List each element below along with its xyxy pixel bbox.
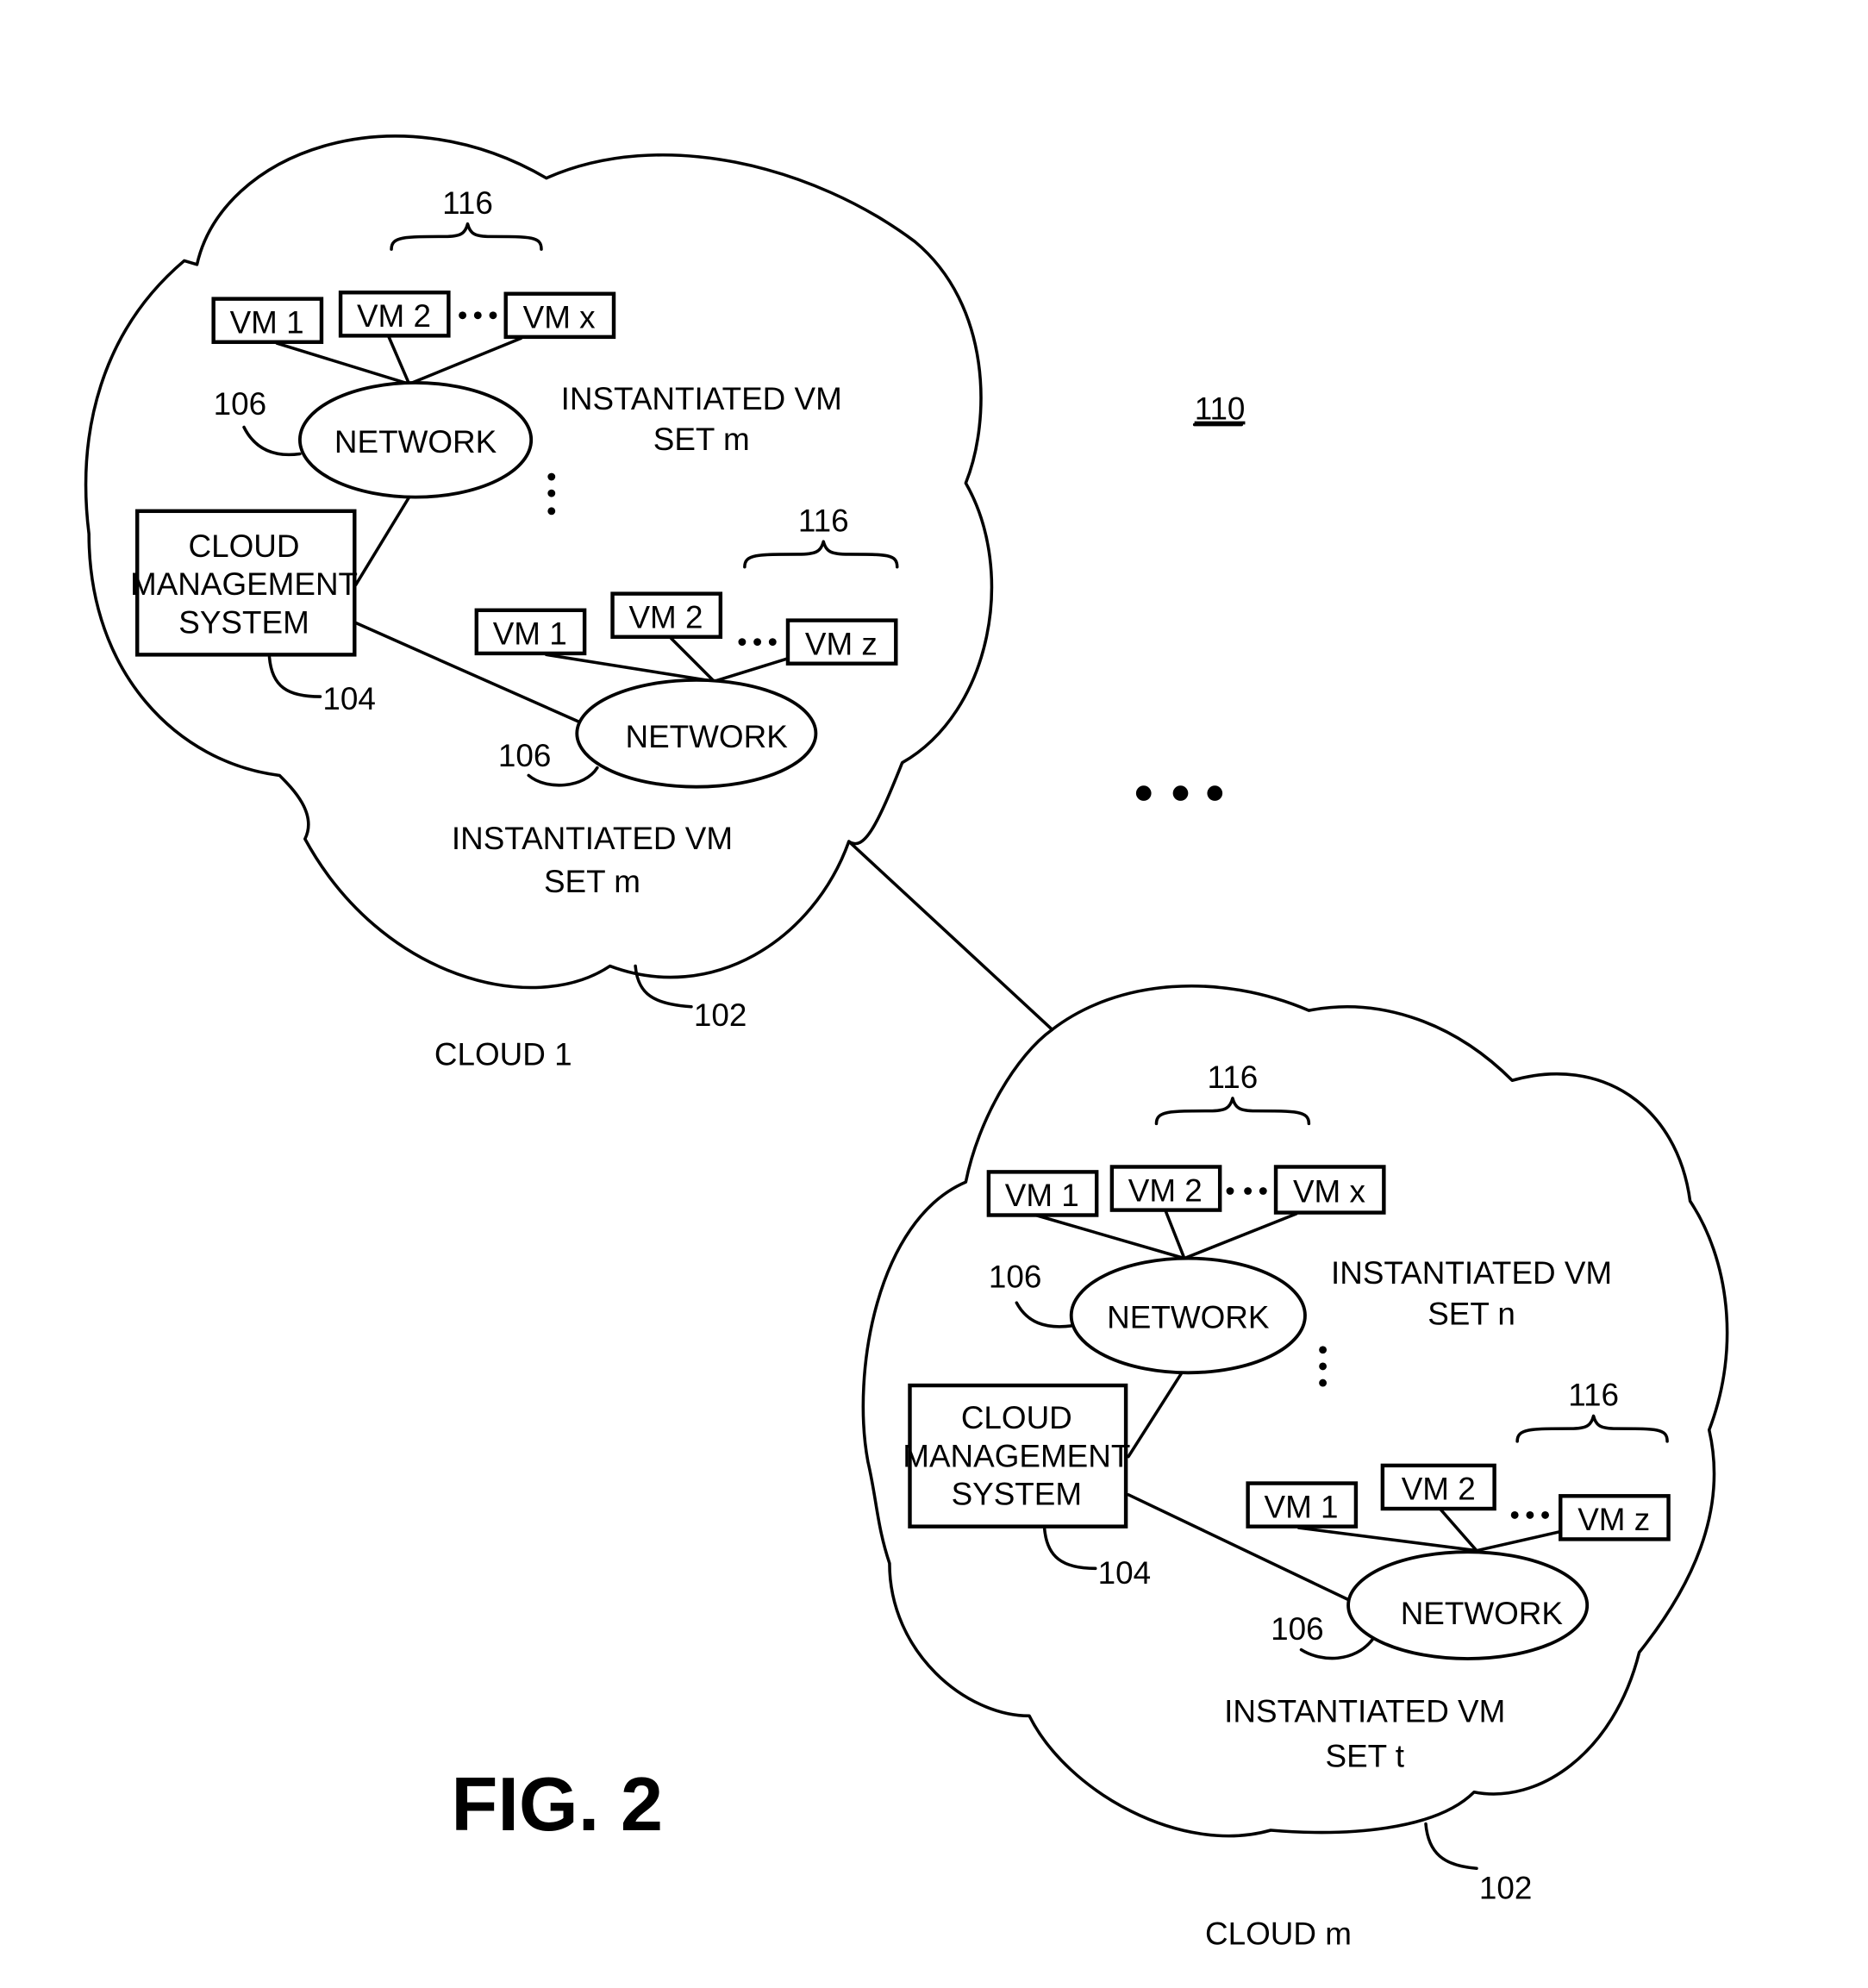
vm-set-caption: SET t	[1326, 1738, 1404, 1773]
ellipsis-dot	[1510, 1510, 1519, 1519]
vm-set-caption: INSTANTIATED VM	[1331, 1255, 1612, 1291]
vm-label: VM x	[523, 300, 597, 335]
vm-label: VM 2	[1128, 1172, 1203, 1208]
ellipsis-dot	[1244, 1187, 1253, 1195]
connector	[1296, 1526, 1478, 1553]
vm-set-caption: INSTANTIATED VM	[452, 821, 733, 856]
vm-set-caption: INSTANTIATED VM	[561, 381, 842, 416]
cloud-label: CLOUD 1	[434, 1037, 572, 1072]
vertical-ellipsis-dot	[547, 489, 556, 497]
vm-label: VM x	[1293, 1174, 1366, 1210]
vm-label: VM 2	[357, 298, 431, 334]
cloud-m: 116 VM 1 VM 2 VM x NETWORK 106 INSTANTIA…	[861, 984, 1729, 1952]
vm-label: VM 1	[230, 304, 304, 340]
vm-set-caption: SET m	[653, 422, 750, 457]
leader-line	[242, 425, 302, 457]
cms-label: MANAGEMENT	[130, 566, 358, 602]
brace-ref-116: 116	[1568, 1378, 1619, 1413]
cloud-ellipsis-dot	[1172, 785, 1189, 801]
connector	[1127, 1371, 1184, 1459]
cms-label: SYSTEM	[952, 1477, 1083, 1512]
brace-116	[743, 540, 899, 569]
network-ref: 106	[214, 386, 266, 422]
cloud-ref: 102	[694, 997, 747, 1033]
network-label: NETWORK	[1107, 1300, 1270, 1335]
leader-line	[634, 964, 693, 1009]
connector	[407, 336, 523, 386]
cloud-ellipsis-dot	[1207, 785, 1223, 801]
connector	[353, 495, 411, 587]
system-ref-110: 110	[1195, 391, 1246, 427]
network-ref: 106	[498, 738, 551, 773]
network-ref: 106	[989, 1260, 1041, 1295]
vm-label: VM 2	[1402, 1472, 1476, 1507]
network-label: NETWORK	[625, 719, 788, 754]
vertical-ellipsis-dot	[547, 507, 556, 516]
vm-set-caption: INSTANTIATED VM	[1224, 1694, 1505, 1729]
cloud-ref: 102	[1479, 1871, 1532, 1906]
vm-label: VM 1	[493, 616, 567, 652]
cloud-label: CLOUD m	[1205, 1916, 1352, 1952]
vm-set-caption: SET m	[544, 864, 640, 899]
vm-label: VM 1	[1265, 1489, 1339, 1524]
cloud-1: 116 VM 1 VM 2 VM x NETWORK 106 INSTANTIA…	[84, 134, 994, 1072]
vm-label: VM 1	[1005, 1178, 1079, 1213]
vertical-ellipsis-dot	[1319, 1378, 1328, 1387]
connector	[1034, 1213, 1186, 1260]
ellipsis-dot	[753, 638, 762, 647]
leader-line	[1424, 1822, 1478, 1870]
vertical-ellipsis-dot	[547, 472, 556, 481]
brace-ref-116: 116	[1208, 1060, 1259, 1095]
vertical-ellipsis-dot	[1319, 1362, 1328, 1371]
cloud-ellipsis-dot	[1135, 785, 1152, 801]
fig2-diagram: 116 VM 1 VM 2 VM x NETWORK 106 INSTANTIA…	[84, 134, 1729, 1952]
connector	[275, 341, 411, 386]
brace-ref-116: 116	[798, 503, 849, 538]
brace-116	[390, 222, 543, 251]
ellipsis-dot	[1526, 1510, 1534, 1519]
figure-title: FIG. 2	[451, 1761, 663, 1847]
ellipsis-dot	[768, 638, 777, 647]
connector	[712, 657, 790, 684]
connector	[1439, 1508, 1478, 1553]
network-label: NETWORK	[1401, 1596, 1564, 1631]
cms-ref: 104	[322, 681, 375, 716]
vm-set-caption: SET n	[1428, 1296, 1515, 1331]
ellipsis-dot	[1259, 1187, 1267, 1195]
cms-label: MANAGEMENT	[903, 1438, 1130, 1473]
cms-label: SYSTEM	[178, 604, 309, 640]
connector	[545, 653, 716, 684]
ellipsis-dot	[489, 311, 497, 320]
ellipsis-dot	[1226, 1187, 1234, 1195]
connector	[1183, 1212, 1298, 1260]
ellipsis-dot	[459, 311, 467, 320]
vm-label: VM z	[805, 626, 878, 661]
brace-116	[1154, 1097, 1311, 1126]
vm-label: VM 2	[628, 599, 703, 635]
vm-label: VM z	[1577, 1502, 1650, 1537]
ellipsis-dot	[738, 638, 747, 647]
connector	[387, 335, 411, 386]
brace-116	[1515, 1414, 1669, 1443]
ellipsis-dot	[1541, 1510, 1549, 1519]
cms-label: CLOUD	[189, 528, 300, 564]
network-ref: 106	[1271, 1611, 1323, 1647]
leader-line	[1042, 1527, 1097, 1571]
leader-line	[267, 655, 322, 698]
cms-ref: 104	[1098, 1555, 1151, 1591]
network-label: NETWORK	[334, 424, 497, 459]
leader-line	[1015, 1301, 1074, 1328]
connector	[1164, 1208, 1186, 1260]
inter-cloud-link	[847, 840, 1054, 1032]
connector	[1475, 1529, 1563, 1553]
ellipsis-dot	[473, 311, 482, 320]
cms-label: CLOUD	[961, 1400, 1072, 1435]
brace-ref-116: 116	[442, 185, 493, 221]
vertical-ellipsis-dot	[1319, 1346, 1328, 1354]
